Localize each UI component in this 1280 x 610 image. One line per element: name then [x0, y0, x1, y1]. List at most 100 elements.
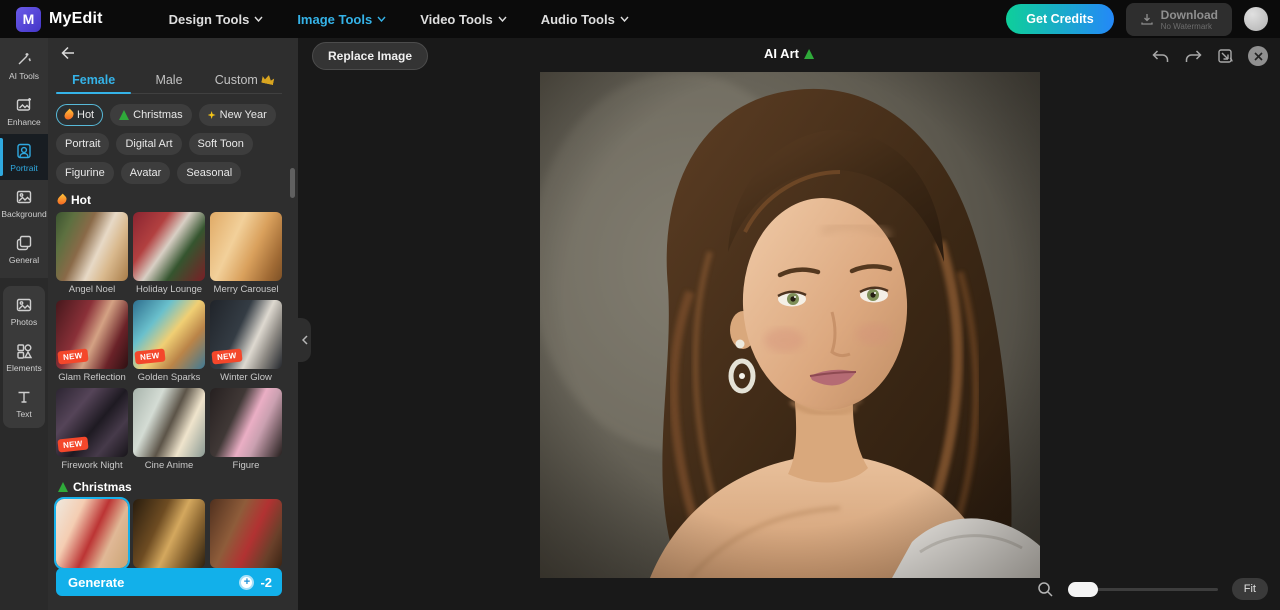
sidebar-item-ai-tools[interactable]: AI Tools [0, 42, 48, 88]
chip-digital-art[interactable]: Digital Art [116, 133, 181, 155]
sidebar-item-background[interactable]: Background [0, 180, 48, 226]
style-thumbnail-image[interactable] [210, 499, 282, 568]
nav-audio-tools[interactable]: Audio Tools [541, 12, 629, 27]
collapse-panel-handle[interactable] [298, 318, 311, 362]
style-thumbnail-image-selected[interactable] [56, 499, 128, 568]
zoom-slider-thumb[interactable] [1068, 582, 1098, 597]
style-thumbnail-image[interactable] [210, 388, 282, 457]
tab-male[interactable]: Male [131, 66, 206, 93]
nav-design-tools[interactable]: Design Tools [169, 12, 264, 27]
chip-christmas[interactable]: Christmas [110, 104, 192, 126]
style-thumbnail[interactable]: NEW Winter Glow [210, 300, 282, 383]
redo-button[interactable] [1184, 49, 1203, 64]
section-title: Christmas [73, 480, 132, 494]
sparkle-icon [208, 111, 216, 119]
user-avatar[interactable] [1244, 7, 1268, 31]
replace-image-button[interactable]: Replace Image [312, 42, 428, 70]
style-panel: Female Male Custom Hot Christmas New Yea… [48, 38, 298, 610]
style-thumbnail[interactable]: Cine Anime [133, 388, 205, 471]
tool-sidebar: AI Tools Enhance Portrait Background Gen… [0, 38, 48, 610]
export-image-button[interactable] [1217, 48, 1234, 65]
sidebar-item-label: Text [16, 409, 32, 419]
nav-image-tools[interactable]: Image Tools [297, 12, 386, 27]
style-thumbnail-label: Cine Anime [130, 460, 208, 471]
crown-icon [261, 74, 275, 85]
tree-icon [804, 49, 814, 59]
chevron-down-icon [498, 16, 507, 22]
tab-label: Female [72, 73, 115, 87]
main-nav: Design Tools Image Tools Video Tools Aud… [169, 12, 629, 27]
sidebar-item-portrait[interactable]: Portrait [0, 134, 48, 180]
sidebar-item-elements[interactable]: Elements [3, 334, 45, 380]
chip-label: Soft Toon [198, 138, 244, 150]
flame-icon [56, 194, 69, 207]
close-button[interactable] [1248, 46, 1268, 66]
chip-label: Digital Art [125, 138, 172, 150]
download-button[interactable]: Download No Watermark [1126, 3, 1232, 36]
sidebar-item-enhance[interactable]: Enhance [0, 88, 48, 134]
chip-seasonal[interactable]: Seasonal [177, 162, 241, 184]
chip-label: New Year [220, 109, 267, 121]
nav-label: Video Tools [420, 12, 492, 27]
sidebar-item-general[interactable]: General [0, 226, 48, 272]
get-credits-button[interactable]: Get Credits [1006, 4, 1113, 34]
sidebar-item-text[interactable]: Text [3, 380, 45, 426]
zoom-slider[interactable] [1068, 588, 1218, 591]
tab-female[interactable]: Female [56, 66, 131, 93]
style-thumbnail[interactable]: NEW Glam Reflection [56, 300, 128, 383]
generated-image[interactable] [540, 72, 1040, 578]
style-thumbnail[interactable]: Holiday Lounge [133, 212, 205, 295]
style-thumbnail[interactable]: Merry Carousel [210, 212, 282, 295]
generate-label: Generate [68, 575, 124, 590]
style-thumbnail-label: Merry Carousel [207, 284, 285, 295]
chip-label: Hot [77, 109, 94, 121]
style-thumbnail-label: Holiday Lounge [130, 284, 208, 295]
style-thumbnail[interactable]: NEW Golden Sparks [133, 300, 205, 383]
style-thumbnail-image[interactable] [133, 212, 205, 281]
sidebar-item-label: Enhance [7, 117, 41, 127]
style-thumbnail-image[interactable] [133, 499, 205, 568]
flame-icon [63, 109, 76, 122]
credit-coin-icon: + [239, 575, 254, 590]
tree-icon [58, 482, 68, 492]
generate-button[interactable]: Generate + -2 [56, 568, 282, 596]
style-thumbnail-image[interactable] [133, 388, 205, 457]
text-icon [15, 388, 33, 406]
undo-button[interactable] [1151, 49, 1170, 64]
sidebar-item-label: General [9, 255, 39, 265]
style-thumbnail-label: Firework Night [53, 460, 131, 471]
chip-label: Figurine [65, 167, 105, 179]
tab-custom[interactable]: Custom [207, 66, 282, 93]
chip-figurine[interactable]: Figurine [56, 162, 114, 184]
portrait-artwork [540, 72, 1040, 578]
magic-wand-icon [15, 50, 33, 68]
style-thumbnail-label: Figure [207, 460, 285, 471]
brand[interactable]: M MyEdit [16, 7, 103, 32]
chevron-down-icon [377, 16, 386, 22]
chip-portrait[interactable]: Portrait [56, 133, 109, 155]
style-thumbnail-label: Golden Sparks [130, 372, 208, 383]
back-arrow-icon[interactable] [60, 46, 76, 60]
style-thumbnail-image[interactable] [56, 212, 128, 281]
style-thumbnail-image[interactable] [210, 212, 282, 281]
nav-video-tools[interactable]: Video Tools [420, 12, 506, 27]
nav-label: Audio Tools [541, 12, 615, 27]
panel-scrollbar[interactable] [290, 168, 295, 198]
chip-avatar[interactable]: Avatar [121, 162, 171, 184]
chip-new-year[interactable]: New Year [199, 104, 276, 126]
sidebar-item-photos[interactable]: Photos [3, 288, 45, 334]
canvas-title-text: AI Art [764, 46, 799, 61]
style-thumbnail-label: Glam Reflection [53, 372, 131, 383]
fit-button[interactable]: Fit [1232, 578, 1268, 600]
style-thumbnail[interactable]: Angel Noel [56, 212, 128, 295]
nav-label: Image Tools [297, 12, 372, 27]
sidebar-item-label: AI Tools [9, 71, 39, 81]
style-grid-hot: Angel Noel Holiday Lounge Merry Carousel… [56, 212, 282, 471]
section-title: Hot [71, 193, 91, 207]
sidebar-item-label: Portrait [10, 163, 37, 173]
chip-hot[interactable]: Hot [56, 104, 103, 126]
style-thumbnail[interactable]: NEW Firework Night [56, 388, 128, 471]
sidebar-group-ai: AI Tools Enhance Portrait Background Gen… [0, 38, 48, 278]
style-thumbnail[interactable]: Figure [210, 388, 282, 471]
chip-soft-toon[interactable]: Soft Toon [189, 133, 253, 155]
